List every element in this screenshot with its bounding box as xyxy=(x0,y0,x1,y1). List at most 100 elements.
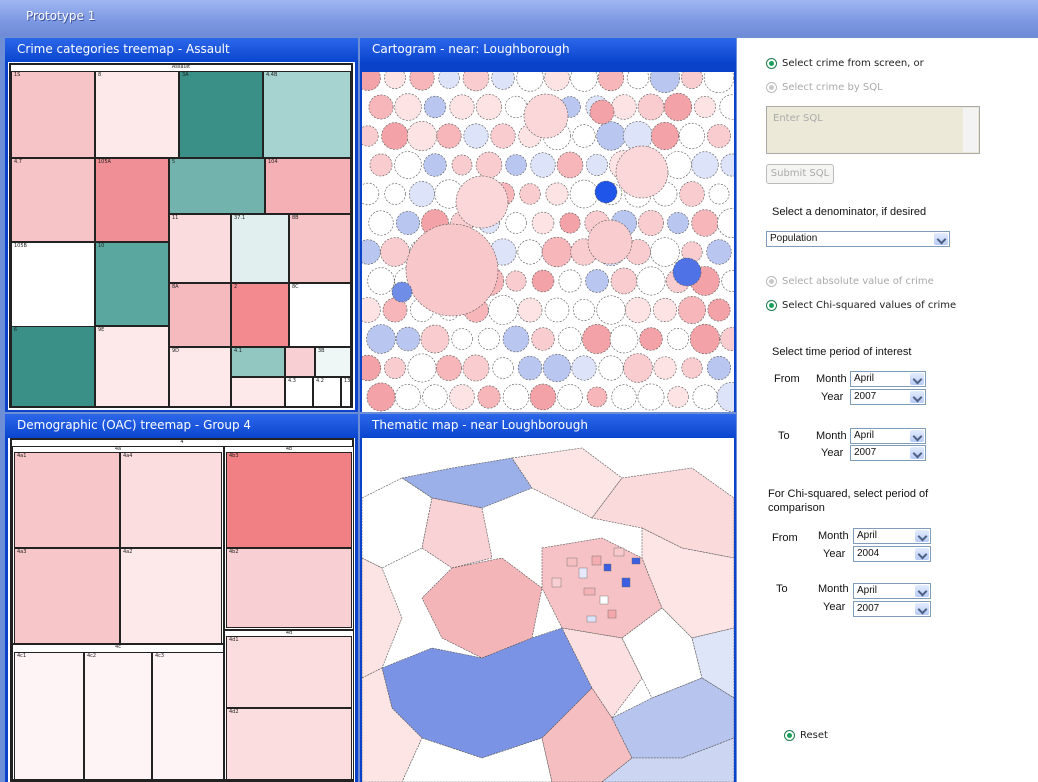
radio-select-sql[interactable]: Select crime by SQL xyxy=(766,82,883,93)
cartogram-area[interactable] xyxy=(544,297,570,323)
cartogram-area[interactable] xyxy=(589,99,615,125)
cartogram-area[interactable] xyxy=(587,219,633,265)
cartogram-area[interactable] xyxy=(678,122,706,150)
cartogram-area[interactable] xyxy=(362,239,381,265)
cartogram-area[interactable] xyxy=(717,208,734,238)
cartogram-area[interactable] xyxy=(721,270,734,292)
cartogram-area[interactable] xyxy=(708,183,730,205)
cartogram-area[interactable] xyxy=(570,72,598,92)
cartogram-area[interactable] xyxy=(679,181,705,207)
cartogram-area[interactable] xyxy=(667,386,689,408)
cartogram-area[interactable] xyxy=(478,328,500,350)
oac-subgroup-cell[interactable]: 4a2 xyxy=(120,548,222,644)
cartogram-area[interactable] xyxy=(545,182,569,206)
cartogram-area[interactable] xyxy=(692,384,718,410)
cartogram-area[interactable] xyxy=(436,123,462,149)
cartogram-area[interactable] xyxy=(423,153,447,177)
cartogram-area[interactable] xyxy=(394,151,422,179)
crime-category-cell[interactable]: 4.1 xyxy=(231,347,285,377)
chi-from-year-select[interactable]: 2004 xyxy=(853,546,931,562)
cartogram-area[interactable] xyxy=(596,295,626,325)
chi-to-year-select[interactable]: 2007 xyxy=(853,601,931,617)
cartogram-area[interactable] xyxy=(626,72,650,90)
cartogram-area[interactable] xyxy=(664,151,692,179)
oac-subgroup-cell[interactable]: 4b2 xyxy=(226,548,352,628)
cartogram-area[interactable] xyxy=(586,386,608,408)
crime-category-cell[interactable]: 3B xyxy=(315,347,351,377)
oac-treemap[interactable]: 4 4a 4b 4c 4d 4a1 4a4 4b3 4a3 4a2 4b2 4c1 4c2 4c3 4d1… xyxy=(10,438,354,782)
cartogram-area[interactable] xyxy=(706,239,732,265)
cartogram-area[interactable] xyxy=(623,121,653,151)
cartogram-area[interactable] xyxy=(558,269,582,293)
cartogram-area[interactable] xyxy=(650,121,680,151)
crime-category-cell[interactable]: 2 xyxy=(231,283,289,347)
cartogram-area[interactable] xyxy=(438,72,460,89)
cartogram-area[interactable] xyxy=(516,72,544,92)
cartogram-area[interactable] xyxy=(639,327,663,351)
oac-subgroup-cell[interactable]: 4a4 xyxy=(120,452,222,548)
cartogram-area[interactable] xyxy=(362,297,381,323)
sql-input[interactable]: Enter SQL xyxy=(766,106,980,154)
cartogram-area[interactable] xyxy=(384,183,406,205)
cartogram-area[interactable] xyxy=(517,297,543,323)
oac-subgroup-cell[interactable]: 4c1 xyxy=(14,652,84,780)
oac-subgroup-cell[interactable]: 4c3 xyxy=(152,652,224,780)
cartogram-area[interactable] xyxy=(505,212,527,234)
crime-category-cell[interactable]: 104 xyxy=(265,158,351,214)
denominator-select[interactable]: Population xyxy=(766,231,950,247)
cartogram-area[interactable] xyxy=(571,355,597,381)
cartogram-area[interactable] xyxy=(451,154,473,176)
cartogram-area[interactable] xyxy=(451,328,473,350)
cartogram-area[interactable] xyxy=(475,151,503,179)
crime-category-cell[interactable]: 4.2 xyxy=(313,377,341,407)
cartogram-area[interactable] xyxy=(530,152,556,178)
cartogram-area[interactable] xyxy=(380,237,410,267)
cartogram-area[interactable] xyxy=(531,269,555,293)
cartogram-area[interactable] xyxy=(557,384,583,410)
cartogram-area[interactable] xyxy=(652,297,678,323)
cartogram-area[interactable] xyxy=(405,223,499,317)
cartogram-area[interactable] xyxy=(681,357,703,379)
cartogram-area[interactable] xyxy=(611,94,637,120)
cartogram-area[interactable] xyxy=(572,124,596,148)
oac-subgroup-cell[interactable]: 4d1 xyxy=(226,636,352,708)
sql-scrollbar[interactable] xyxy=(963,108,978,152)
cartogram-area[interactable] xyxy=(544,72,570,91)
cartogram-area[interactable] xyxy=(394,383,422,411)
cartogram-area[interactable] xyxy=(396,211,420,235)
cartogram-area[interactable] xyxy=(488,295,518,325)
oac-subgroup-cell[interactable]: 4b3 xyxy=(226,452,352,548)
cartogram-area[interactable] xyxy=(573,299,595,321)
to-month-select[interactable]: April xyxy=(850,428,926,444)
crime-category-cell[interactable]: 13 xyxy=(341,377,351,407)
cartogram-area[interactable] xyxy=(615,145,669,199)
crime-category-cell[interactable]: 5 xyxy=(169,158,265,214)
crime-category-cell[interactable]: 11 xyxy=(169,214,231,283)
cartogram-area[interactable] xyxy=(362,182,380,206)
crime-category-cell[interactable] xyxy=(231,377,285,407)
cartogram-area[interactable] xyxy=(638,210,664,236)
cartogram-area[interactable] xyxy=(582,324,612,354)
cartogram-area[interactable] xyxy=(368,210,394,236)
cartogram-area[interactable] xyxy=(409,181,435,207)
cartogram-area[interactable] xyxy=(716,381,734,412)
chi-from-month-select[interactable]: April xyxy=(853,528,931,544)
cartogram-area[interactable] xyxy=(637,93,665,121)
cartogram-area[interactable] xyxy=(650,72,680,93)
cartogram-area[interactable] xyxy=(694,96,716,118)
cartogram-area[interactable] xyxy=(505,154,527,176)
crime-category-cell[interactable] xyxy=(285,347,315,377)
cartogram-area[interactable] xyxy=(505,270,527,292)
cartogram-area[interactable] xyxy=(556,151,584,179)
cartogram-area[interactable] xyxy=(598,355,624,381)
cartogram-area[interactable] xyxy=(367,267,395,295)
crime-category-cell[interactable]: 8A xyxy=(169,283,231,347)
cartogram-area[interactable] xyxy=(384,72,406,89)
cartogram-area[interactable] xyxy=(517,239,543,265)
cartogram-area[interactable] xyxy=(409,72,435,91)
cartogram-area[interactable] xyxy=(542,353,572,383)
cartogram-area[interactable] xyxy=(681,72,703,89)
crime-category-cell[interactable]: 105A xyxy=(95,158,169,242)
thematic-map[interactable] xyxy=(362,438,734,782)
crime-category-cell[interactable]: 8B xyxy=(289,214,351,283)
